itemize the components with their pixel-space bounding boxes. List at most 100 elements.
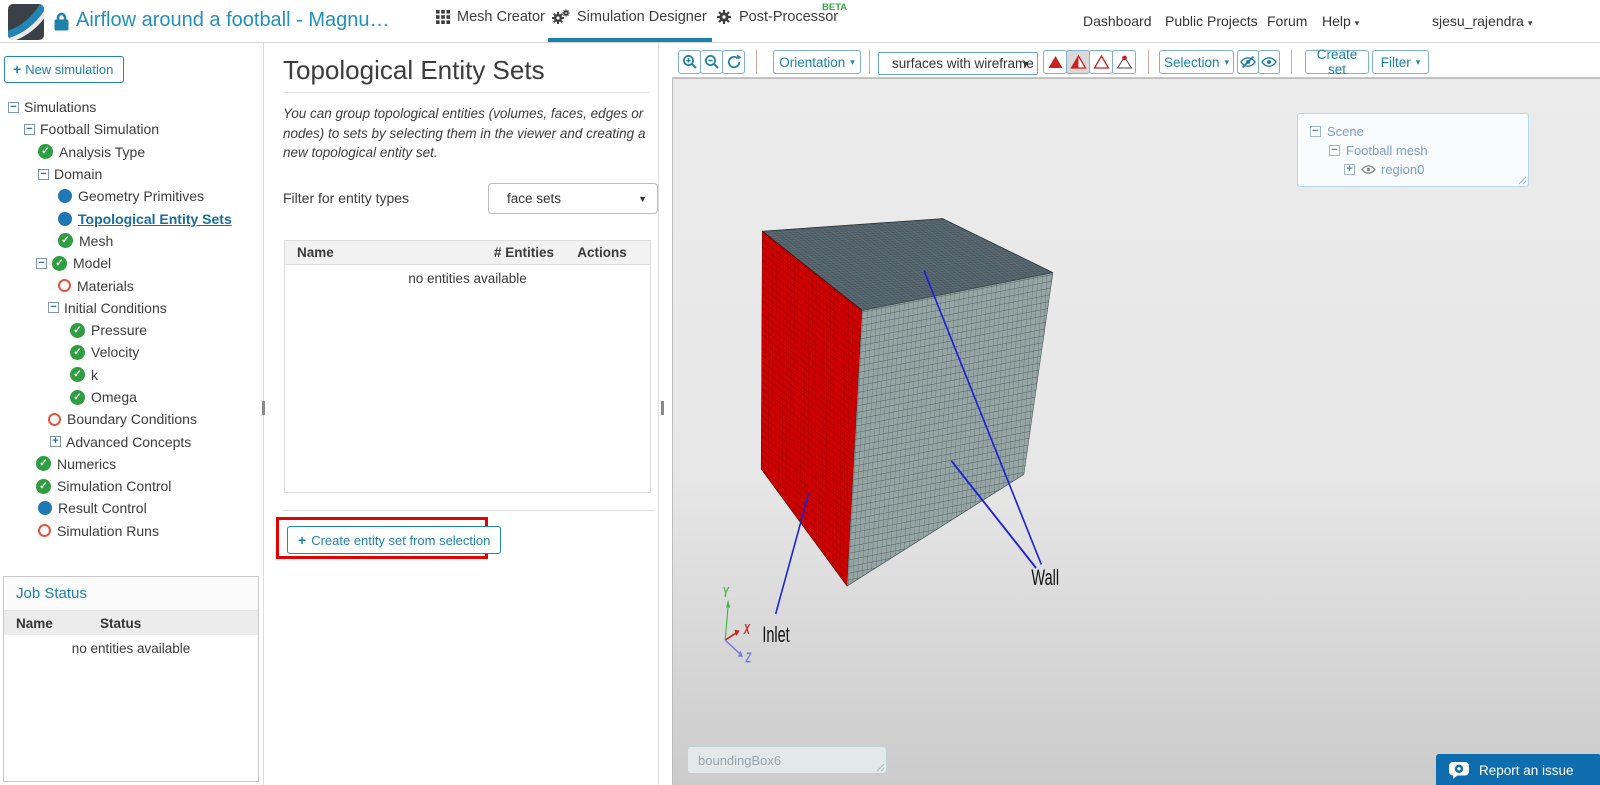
zoom-in-button[interactable] xyxy=(678,50,701,74)
select-arrow-icon: ▼ xyxy=(638,193,647,204)
orientation-menu-button[interactable]: Orientation ▾ xyxy=(773,50,861,74)
simulation-tree: − Simulations − Football Simulation ✓ Analysi… xyxy=(0,96,263,542)
entity-type-select[interactable]: face sets ▼ xyxy=(488,183,658,214)
create-entity-set-button[interactable]: + Create entity set from selection xyxy=(287,526,502,554)
visibility-eye-icon[interactable] xyxy=(1361,164,1376,175)
beta-badge: BETA xyxy=(822,2,848,13)
status-check-icon: ✓ xyxy=(36,456,51,472)
clip-points-button[interactable] xyxy=(1112,50,1136,74)
chevron-down-icon: ▾ xyxy=(1224,56,1230,67)
nav-forum[interactable]: Forum xyxy=(1267,13,1307,29)
new-simulation-button[interactable]: + New simulation xyxy=(4,56,125,83)
show-selected-button[interactable] xyxy=(1258,50,1280,74)
sidebar-splitter-grip[interactable] xyxy=(262,401,265,415)
sidebar-item-geometry-primitives[interactable]: Geometry Primitives xyxy=(0,185,263,207)
resize-handle[interactable] xyxy=(1518,176,1527,185)
axis-y-label: Y xyxy=(723,584,730,601)
sidebar-item-pressure[interactable]: ✓ Pressure xyxy=(0,319,263,341)
collapse-icon[interactable]: − xyxy=(36,257,47,269)
lock-icon xyxy=(53,11,70,37)
sidebar-item-label: Geometry Primitives xyxy=(78,188,205,205)
camera-feedback-icon xyxy=(1449,762,1469,779)
sidebar-item-topological-entity-sets[interactable]: Topological Entity Sets xyxy=(0,207,263,229)
expand-icon[interactable]: + xyxy=(50,436,61,448)
sidebar-item-simulations[interactable]: − Simulations xyxy=(0,96,263,118)
expand-icon[interactable]: + xyxy=(1344,164,1355,175)
tab-label: Mesh Creator xyxy=(457,9,545,25)
report-issue-button[interactable]: Report an issue xyxy=(1436,754,1600,785)
status-orange-icon xyxy=(48,412,61,426)
eye-icon xyxy=(1261,57,1277,67)
axis-z-label: Z xyxy=(745,650,752,667)
status-blue-icon xyxy=(38,501,52,516)
project-title[interactable]: Airflow around a football - Magnu… xyxy=(76,9,390,32)
tab-mesh-creator[interactable]: Mesh Creator xyxy=(436,9,545,25)
nav-public-projects[interactable]: Public Projects xyxy=(1165,13,1258,29)
select-arrow-icon: ▼ xyxy=(1021,58,1030,69)
sidebar-item-label: Result Control xyxy=(58,500,147,517)
filter-menu-button[interactable]: Filter ▾ xyxy=(1372,50,1429,74)
sidebar-item-numerics[interactable]: ✓ Numerics xyxy=(0,453,263,475)
collapse-icon[interactable]: − xyxy=(24,123,35,135)
resize-handle[interactable] xyxy=(876,763,885,772)
selection-menu-button[interactable]: Selection ▾ xyxy=(1159,50,1234,74)
scene-tree-region[interactable]: + region0 xyxy=(1298,160,1528,179)
column-name: Name xyxy=(297,245,334,260)
sidebar-item-simulation-control[interactable]: ✓ Simulation Control xyxy=(0,475,263,497)
sidebar-item-materials[interactable]: Materials xyxy=(0,274,263,296)
sidebar-item-mesh[interactable]: ✓ Mesh xyxy=(0,230,263,252)
user-menu[interactable]: sjesu_rajendra ▾ xyxy=(1432,13,1532,29)
collapse-icon[interactable]: − xyxy=(8,101,19,113)
sidebar-item-label: Simulation Control xyxy=(57,478,172,495)
sidebar-item-label: Simulation Runs xyxy=(57,522,159,539)
status-blue-icon xyxy=(58,211,72,226)
hide-selected-button[interactable] xyxy=(1237,50,1259,74)
sidebar-item-velocity[interactable]: ✓ Velocity xyxy=(0,341,263,363)
sidebar-item-advanced-concepts[interactable]: + Advanced Concepts xyxy=(0,430,263,452)
zoom-out-button[interactable] xyxy=(700,50,723,74)
create-set-button[interactable]: Create set xyxy=(1305,47,1369,77)
panel-splitter-grip[interactable] xyxy=(661,401,664,415)
tab-simulation-designer[interactable]: Simulation Designer xyxy=(551,9,707,25)
eye-slash-icon xyxy=(1240,55,1256,69)
scene-tree-root[interactable]: − Scene xyxy=(1298,122,1528,141)
clip-outline-button[interactable] xyxy=(1089,50,1113,74)
collapse-icon[interactable]: − xyxy=(38,168,49,180)
clip-half-button[interactable] xyxy=(1066,50,1090,74)
viewport-canvas[interactable]: Y X Z Inlet Wall − Scene − Football mesh xyxy=(672,78,1600,785)
settings-panel: Topological Entity Sets You can group to… xyxy=(268,43,658,785)
tab-post-processor[interactable]: Post-Processor xyxy=(716,9,838,25)
sidebar-item-analysis-type[interactable]: ✓ Analysis Type xyxy=(0,141,263,163)
simscale-logo[interactable] xyxy=(8,4,44,40)
sidebar-item-model[interactable]: − ✓ Model xyxy=(0,252,263,274)
sidebar-item-boundary-conditions[interactable]: Boundary Conditions xyxy=(0,408,263,430)
refresh-view-button[interactable] xyxy=(722,50,745,74)
sidebar-item-domain[interactable]: − Domain xyxy=(0,163,263,185)
scene-tree-mesh[interactable]: − Football mesh xyxy=(1298,141,1528,160)
collapse-icon[interactable]: − xyxy=(1329,145,1340,156)
viewer-toolbar: Orientation▾ surfaces with wireframe ▼ xyxy=(672,43,1600,78)
sidebar-item-result-control[interactable]: Result Control xyxy=(0,497,263,519)
axis-gizmo xyxy=(724,599,744,657)
sidebar-item-label: Initial Conditions xyxy=(64,299,167,316)
sidebar-item-label: Velocity xyxy=(91,344,140,361)
collapse-icon[interactable]: − xyxy=(48,302,59,314)
active-tab-underline xyxy=(548,38,712,42)
panel-splitter[interactable] xyxy=(658,43,659,785)
nav-help-menu[interactable]: Help ▾ xyxy=(1322,13,1359,29)
column-status: Status xyxy=(100,615,142,631)
sidebar-item-omega[interactable]: ✓ Omega xyxy=(0,386,263,408)
display-mode-value: surfaces with wireframe xyxy=(892,56,1034,71)
sidebar-item-k[interactable]: ✓ k xyxy=(0,364,263,386)
nav-dashboard[interactable]: Dashboard xyxy=(1083,13,1152,29)
bounding-box-name-input[interactable]: boundingBox6 xyxy=(687,746,887,774)
collapse-icon[interactable]: − xyxy=(1310,126,1321,137)
job-status-title: Job Status xyxy=(4,577,258,611)
sidebar-item-simulation-runs[interactable]: Simulation Runs xyxy=(0,520,263,542)
sidebar-item-initial-conditions[interactable]: − Initial Conditions xyxy=(0,297,263,319)
display-mode-select[interactable]: surfaces with wireframe ▼ xyxy=(878,52,1038,75)
sidebar-item-label: Simulations xyxy=(24,99,97,116)
wall-label: Wall xyxy=(1031,566,1059,591)
clip-solid-button[interactable] xyxy=(1043,50,1067,74)
sidebar-item-football-simulation[interactable]: − Football Simulation xyxy=(0,118,263,140)
